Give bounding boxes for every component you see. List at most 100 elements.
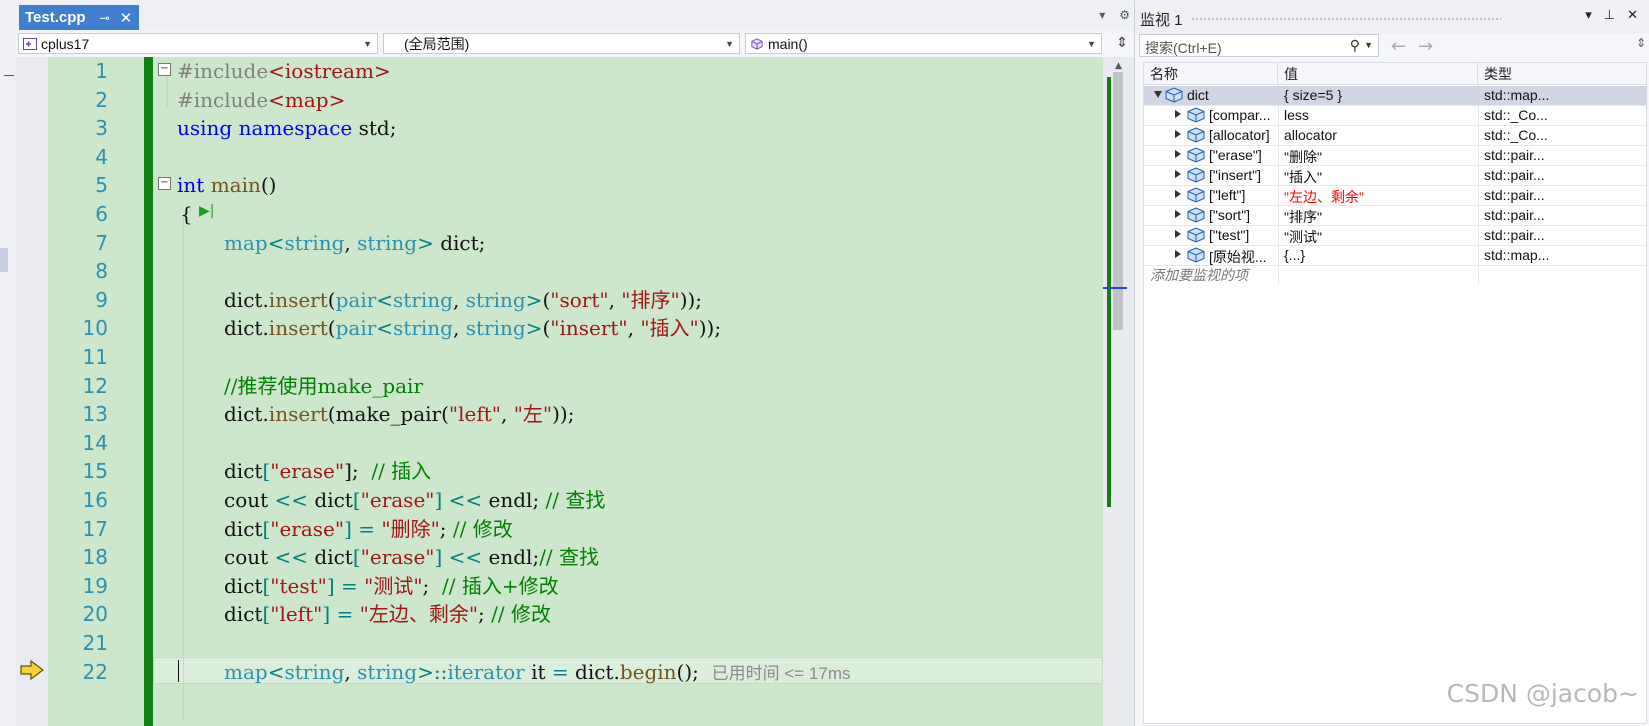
watch-value[interactable]: "插入": [1284, 167, 1479, 187]
watch-row[interactable]: dict { size=5 } std::map...: [1144, 86, 1646, 106]
split-editor-icon[interactable]: ⇕: [1116, 35, 1128, 51]
token: ::: [433, 659, 448, 684]
token: ,: [608, 287, 622, 312]
drag-grip[interactable]: [1191, 17, 1501, 22]
token: ,: [453, 316, 466, 341]
add-watch-item-input[interactable]: 添加要监视的项: [1150, 265, 1248, 285]
watch-value-changed[interactable]: "左边、剩余": [1284, 187, 1479, 207]
watch-row[interactable]: ["test"] "测试" std::pair...: [1144, 226, 1646, 246]
search-back-arrow-icon[interactable]: ←: [1391, 36, 1406, 57]
expand-arrow-icon[interactable]: [1175, 230, 1181, 238]
watch-row[interactable]: [allocator] allocator std::_Co...: [1144, 126, 1646, 146]
token: (): [260, 173, 277, 198]
watch-value[interactable]: "排序": [1284, 207, 1479, 227]
pin-icon[interactable]: ⊸: [100, 11, 110, 25]
column-header-value[interactable]: 值: [1278, 63, 1478, 85]
token: "test": [270, 573, 327, 598]
settings-gear-icon[interactable]: ⚙: [1119, 8, 1130, 22]
chevron-down-icon[interactable]: ▼: [1364, 40, 1373, 50]
token: "erase": [270, 516, 345, 541]
tab-test-cpp[interactable]: Test.cpp ⊸ ✕: [19, 5, 139, 30]
watch-value[interactable]: { size=5 }: [1284, 87, 1479, 103]
token: ();: [676, 659, 699, 684]
window-position-dropdown-icon[interactable]: ▾: [1585, 8, 1592, 23]
panel-mark: [4, 75, 14, 76]
line-number: 11: [82, 345, 108, 369]
perf-tip-elapsed-time[interactable]: 已用时间 <= 17ms: [712, 664, 851, 683]
line-number: 3: [95, 116, 108, 141]
document-tab-bar: Test.cpp ⊸ ✕ ▾ ⚙: [16, 0, 1134, 31]
expand-arrow-icon[interactable]: [1175, 190, 1181, 198]
scope-label: (全局范围): [404, 35, 470, 52]
column-header-type[interactable]: 类型: [1478, 63, 1646, 85]
token: endl;: [482, 545, 540, 570]
watch-row[interactable]: [原始视... {...} std::map...: [1144, 246, 1646, 266]
search-depth-icon[interactable]: ⇕: [1636, 36, 1646, 50]
watch-name: ["test"]: [1209, 227, 1250, 243]
code-line: 13 dict.insert(make_pair("left", "左"));: [16, 400, 1103, 429]
close-icon[interactable]: ✕: [1627, 8, 1638, 23]
navigation-bar: cplus17 ▼ (全局范围) ▼ main() ▼ ⇕: [16, 31, 1134, 58]
expand-arrow-icon[interactable]: [1175, 110, 1181, 118]
watch-search-input[interactable]: 搜索(Ctrl+E) ⚲ ▼: [1139, 34, 1379, 57]
scope-dropdown[interactable]: (全局范围) ▼: [383, 33, 740, 54]
token: <<: [274, 488, 309, 512]
code-line: 2 #include<map>: [16, 86, 1103, 115]
watch-row[interactable]: ["left"] "左边、剩余" std::pair...: [1144, 186, 1646, 206]
collapse-toggle-icon[interactable]: −: [158, 63, 171, 76]
token: "insert": [550, 316, 628, 341]
watch-title-bar[interactable]: 监视 1 ▾ ⊥ ✕: [1135, 0, 1649, 34]
watch-name: [compar...: [1209, 107, 1271, 123]
watch-value[interactable]: {...}: [1284, 247, 1479, 263]
watch-value[interactable]: less: [1284, 107, 1479, 123]
watch-type: std::pair...: [1484, 187, 1545, 203]
line-number: 20: [82, 602, 108, 627]
auto-hide-pin-icon[interactable]: ⊥: [1604, 8, 1615, 23]
expand-arrow-icon[interactable]: [1175, 250, 1181, 258]
token: ,: [501, 402, 514, 427]
token: {: [180, 202, 193, 226]
code-editor[interactable]: 1 − #include<iostream> 2 #include<map> 3…: [16, 57, 1134, 726]
search-forward-arrow-icon[interactable]: →: [1418, 36, 1433, 57]
watch-type: std::pair...: [1484, 207, 1545, 223]
run-to-click-icon[interactable]: ▶|: [199, 203, 214, 219]
watch-grid[interactable]: 名称 值 类型 dict { size=5 } std::map... [com…: [1143, 62, 1647, 724]
expand-arrow-icon[interactable]: [1175, 130, 1181, 138]
search-icon[interactable]: ⚲: [1350, 37, 1360, 54]
watch-value[interactable]: "删除": [1284, 147, 1479, 167]
token: =: [551, 659, 569, 684]
line-number: 18: [82, 545, 108, 570]
watch-value[interactable]: allocator: [1284, 127, 1479, 143]
scroll-up-arrow-icon[interactable]: ▲: [1115, 61, 1122, 71]
chevron-down-icon: ▼: [725, 39, 734, 49]
watch-row[interactable]: ["erase"] "删除" std::pair...: [1144, 146, 1646, 166]
expand-arrow-icon[interactable]: [1175, 150, 1181, 158]
tab-overflow-dropdown-icon[interactable]: ▾: [1099, 8, 1105, 22]
watch-row[interactable]: ["sort"] "排序" std::pair...: [1144, 206, 1646, 226]
token: // 修改: [484, 602, 551, 627]
token: iterator: [447, 659, 525, 684]
field-cube-icon: [1187, 147, 1205, 163]
expand-arrow-icon[interactable]: [1175, 170, 1181, 178]
watch-name: ["sort"]: [1209, 207, 1251, 223]
column-header-name[interactable]: 名称: [1144, 63, 1278, 85]
member-dropdown[interactable]: main() ▼: [745, 33, 1102, 54]
scrollbar-thumb[interactable]: [1113, 72, 1123, 330]
expand-arrow-icon[interactable]: [1175, 210, 1181, 218]
token: insert: [268, 402, 328, 427]
watch-value[interactable]: "测试": [1284, 227, 1479, 247]
close-icon[interactable]: ✕: [120, 9, 133, 27]
token: dict.: [224, 316, 269, 341]
collapse-arrow-icon[interactable]: [1154, 91, 1162, 98]
watch-type: std::map...: [1484, 247, 1550, 263]
code-comment: //推荐使用make_pair: [224, 373, 424, 398]
project-dropdown[interactable]: cplus17 ▼: [18, 33, 378, 54]
watch-row[interactable]: ["insert"] "插入" std::pair...: [1144, 166, 1646, 186]
watch-row[interactable]: [compar... less std::_Co...: [1144, 106, 1646, 126]
token: ,: [344, 230, 358, 255]
token: dict: [224, 602, 263, 627]
vertical-scrollbar[interactable]: ▲: [1103, 57, 1134, 726]
token: "左": [513, 402, 553, 427]
collapse-toggle-icon[interactable]: −: [158, 177, 171, 191]
token: <map>: [268, 87, 346, 112]
